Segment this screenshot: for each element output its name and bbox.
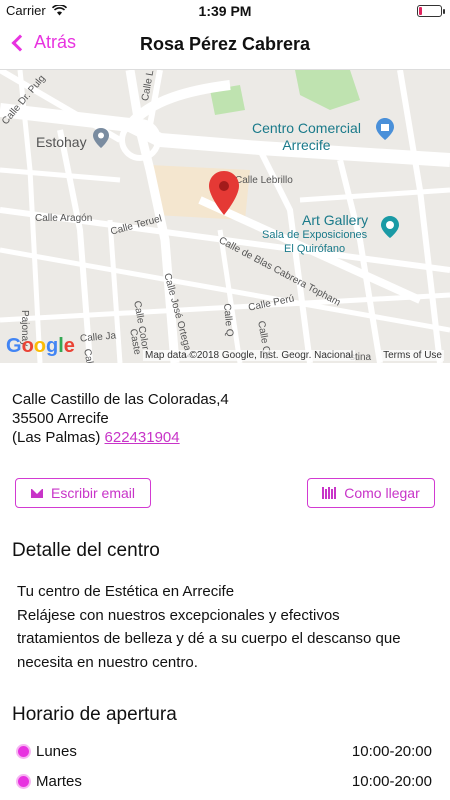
status-time: 1:39 PM <box>198 3 252 19</box>
hours-time: 10:00-20:00 <box>351 773 432 790</box>
poi-centro-comercial[interactable]: Centro Comercial Arrecife <box>252 120 361 154</box>
address-block: Calle Castillo de las Coloradas,4 35500 … <box>12 390 229 447</box>
poi-label-line: Sala de Exposiciones <box>262 229 368 241</box>
chevron-left-icon <box>11 34 29 51</box>
hours-time: 10:00-20:00 <box>351 743 432 760</box>
back-button-label: Atrás <box>34 32 77 52</box>
google-logo: Google <box>6 335 75 357</box>
detail-line: tratamientos de belleza y dé a su cuerpo… <box>17 630 401 647</box>
nav-bar: Atrás Rosa Pérez Cabrera <box>0 22 450 70</box>
detail-line: Tu centro de Estética en Arrecife <box>17 583 235 600</box>
hours-section-title: Horario de apertura <box>12 704 177 725</box>
shopping-bag-icon <box>376 118 394 140</box>
status-bar: Carrier 1:39 PM <box>0 0 450 22</box>
email-button-label: Escribir email <box>50 485 135 501</box>
detail-line: necesita en nuestro centro. <box>17 653 198 671</box>
phone-link[interactable]: 622431904 <box>105 429 180 446</box>
hours-row: Martes 10:00-20:00 <box>16 771 436 793</box>
detail-section-title: Detalle del centro <box>12 540 160 561</box>
gallery-icon <box>381 216 399 238</box>
detail-line: Relájese con nuestros excepcionales y ef… <box>17 606 340 624</box>
map-icon <box>322 487 337 499</box>
address-region: (Las Palmas) <box>12 429 101 446</box>
directions-button[interactable]: Como llegar <box>307 478 435 508</box>
battery-icon <box>417 5 445 17</box>
poi-art-gallery[interactable]: Art Gallery <box>302 212 368 229</box>
poi-label-line: Centro Comercial <box>252 120 361 136</box>
day-indicator-dot <box>16 744 31 759</box>
detail-description: Tu centro de Estética en Arrecife Reláje… <box>17 580 437 674</box>
poi-label-line: Arrecife <box>282 137 331 153</box>
map-attribution: Map data ©2018 Google, Inst. Geogr. Naci… <box>143 350 356 361</box>
poi-sala-exposiciones[interactable]: Sala de Exposiciones El Quirófano <box>262 228 367 256</box>
address-line-1: Calle Castillo de las Coloradas,4 <box>12 391 229 408</box>
map-pin-icon <box>93 128 109 148</box>
address-line-2: 35500 Arrecife <box>12 410 109 427</box>
hours-row: Lunes 10:00-20:00 <box>16 741 436 763</box>
day-indicator-dot <box>16 774 31 789</box>
hours-day: Martes <box>36 773 82 790</box>
poi-estohay[interactable]: Estohay <box>36 134 87 151</box>
back-button[interactable]: Atrás <box>8 32 76 53</box>
hours-day: Lunes <box>36 743 77 760</box>
location-marker-icon[interactable] <box>209 171 239 215</box>
street-label: Calle Aragón <box>35 213 93 224</box>
street-label: Calle Lebrillo <box>235 175 293 186</box>
directions-button-label: Como llegar <box>344 485 420 501</box>
map-view[interactable]: Calle Dr. Pulg Calle Li Calle Lebrillo C… <box>0 70 450 363</box>
poi-label-line: El Quirófano <box>284 243 346 255</box>
address-line-3: (Las Palmas) 622431904 <box>12 428 229 447</box>
envelope-icon <box>30 488 43 498</box>
terms-of-use-link[interactable]: Terms of Use <box>381 350 444 361</box>
email-button[interactable]: Escribir email <box>15 478 151 508</box>
